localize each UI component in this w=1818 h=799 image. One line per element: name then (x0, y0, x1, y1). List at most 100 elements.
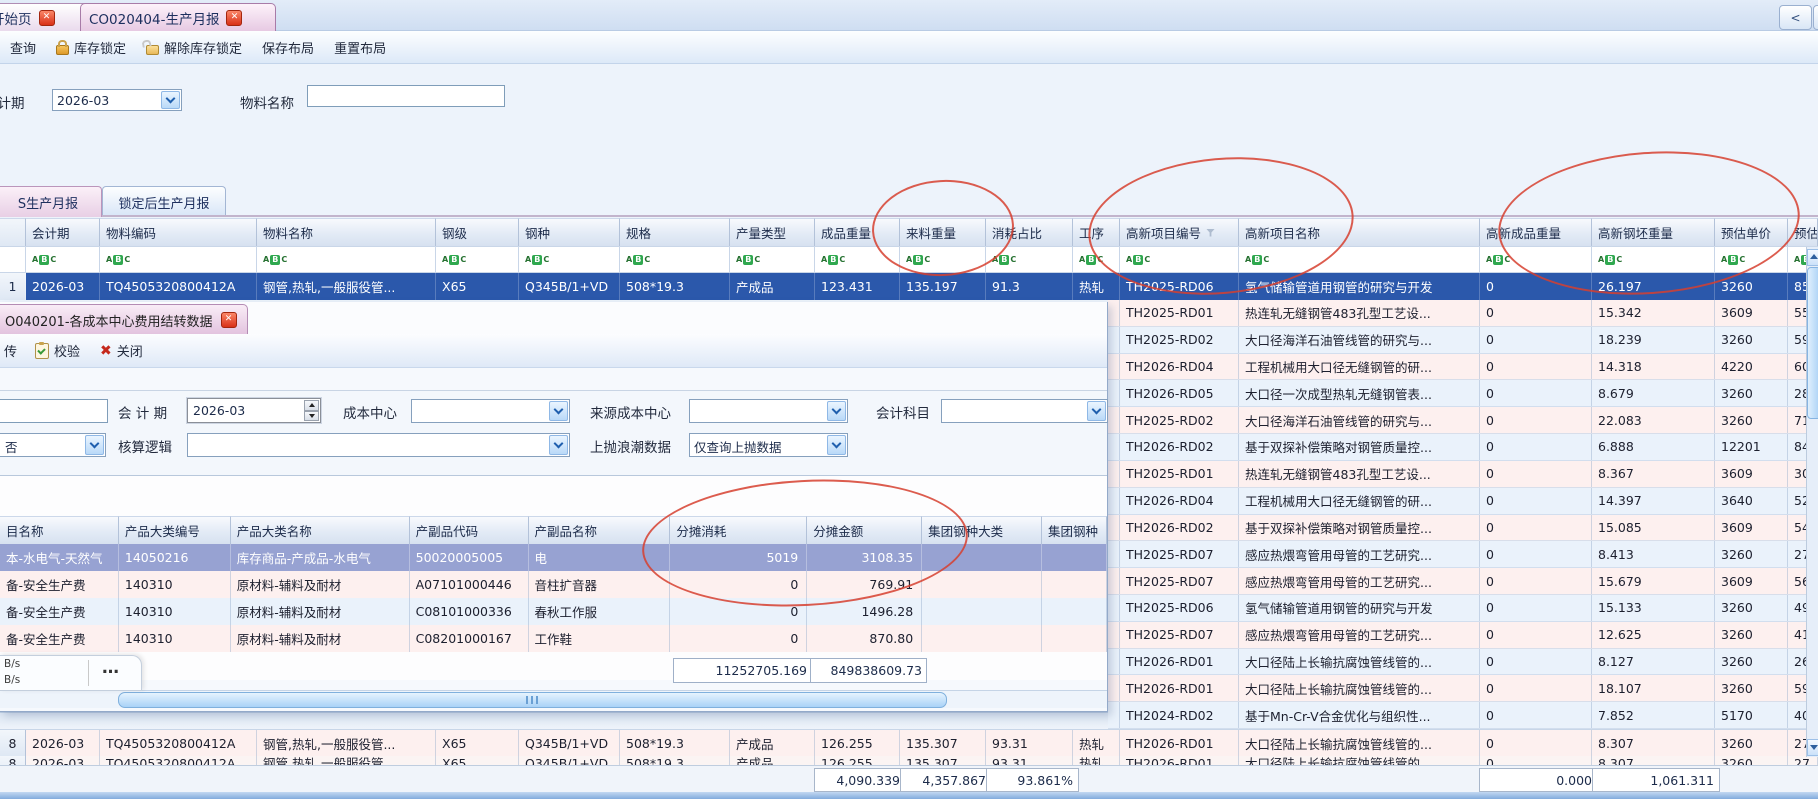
column-header[interactable]: 产品大类编号 (119, 516, 231, 544)
column-header[interactable]: 预估 (1788, 218, 1818, 246)
network-speed-widget[interactable]: B/s B/s … (0, 655, 142, 691)
table-row[interactable]: TH2026-RD04工程机械用大口径无缝钢管的研...014.39736405… (1108, 488, 1818, 515)
column-header[interactable]: 会计期 (26, 218, 100, 246)
chevron-down-icon[interactable] (827, 401, 846, 421)
column-header[interactable]: 预估单价 (1715, 218, 1788, 246)
table-row[interactable]: 备-安全生产费140310原材料-辅料及耐材C08101000336春秋工作服0… (0, 598, 1107, 625)
column-header[interactable]: 来料重量 (900, 218, 986, 246)
table-row[interactable]: 备-安全生产费140310原材料-辅料及耐材A07101000446音柱扩音器0… (0, 571, 1107, 598)
close-icon[interactable]: ✕ (226, 10, 242, 26)
table-row[interactable]: TH2025-RD06氢气储输管道用钢管的研究与开发015.133326049 (1108, 595, 1818, 622)
source-cost-center-combobox[interactable] (689, 399, 848, 423)
filter-funnel-icon[interactable] (1206, 229, 1215, 237)
column-header[interactable]: 产副品代码 (410, 516, 529, 544)
cost-center-combobox[interactable] (411, 399, 570, 423)
dialog-period-spinner[interactable]: 2026-03 (187, 398, 321, 423)
spin-up-icon[interactable] (304, 400, 319, 411)
column-filter-cell[interactable]: ABC (26, 246, 100, 273)
table-row[interactable]: TH2025-RD07感应热煨弯管用母管的工艺研究...015.67936095… (1108, 568, 1818, 595)
column-filter-cell[interactable]: ABC (100, 246, 257, 273)
column-filter-cell[interactable]: ABC (900, 246, 986, 273)
save-layout-button[interactable]: 保存布局 (252, 34, 324, 60)
column-header[interactable]: 高新项目名称 (1239, 218, 1480, 246)
column-header[interactable]: 物料编码 (100, 218, 257, 246)
column-header[interactable]: 物料名称 (257, 218, 436, 246)
tab-scroll-right-button[interactable] (1813, 5, 1818, 30)
column-header[interactable]: 钢级 (436, 218, 519, 246)
chevron-down-icon[interactable] (85, 435, 104, 455)
inventory-lock-button[interactable]: 库存锁定 (46, 34, 136, 60)
column-header[interactable]: 高新项目编号 (1120, 218, 1239, 246)
scroll-up-icon[interactable] (1807, 249, 1818, 266)
cut-off-input[interactable] (0, 399, 108, 423)
table-row[interactable]: TH2025-RD02大口径海洋石油管线管的研究与...022.08332607… (1108, 407, 1818, 434)
column-header[interactable]: 高新成品重量 (1480, 218, 1592, 246)
column-header[interactable]: 成品重量 (815, 218, 900, 246)
chevron-down-icon[interactable] (549, 435, 568, 455)
column-header[interactable]: 分摊金额 (807, 516, 922, 544)
column-filter-cell[interactable]: ABC (620, 246, 730, 273)
dialog-tab[interactable]: O040201-各成本中心费用结转数据 ✕ (0, 304, 248, 335)
column-header[interactable]: 产品大类名称 (231, 516, 410, 544)
chevron-down-icon[interactable] (827, 435, 846, 455)
dialog-horizontal-scrollbar[interactable] (0, 690, 1107, 708)
column-header[interactable]: 目名称 (0, 516, 119, 544)
close-icon[interactable]: ✕ (221, 312, 237, 328)
column-header[interactable]: 钢种 (519, 218, 620, 246)
tab-locked-monthly-report[interactable]: 锁定后生产月报 (102, 186, 226, 217)
vertical-scrollbar[interactable] (1806, 247, 1818, 757)
table-row[interactable]: TH2025-RD02大口径海洋石油管线管的研究与...018.23932605… (1108, 327, 1818, 354)
column-filter-cell[interactable]: ABC (986, 246, 1073, 273)
scrollbar-thumb[interactable] (118, 692, 947, 708)
column-header[interactable]: 产副品名称 (529, 516, 671, 544)
table-row[interactable]: 备-安全生产费140310原材料-辅料及耐材C08201000167工作鞋087… (0, 625, 1107, 652)
period-combobox[interactable]: 2026-03 (52, 89, 182, 111)
spin-down-icon[interactable] (304, 411, 319, 422)
chevron-down-icon[interactable] (1087, 401, 1106, 421)
column-header[interactable]: 规格 (620, 218, 730, 246)
column-filter-cell[interactable]: ABC (257, 246, 436, 273)
table-row[interactable]: TH2025-RD01热连轧无缝钢管483孔型工艺设...015.3423609… (1108, 300, 1818, 327)
query-button[interactable]: 查询 (0, 34, 46, 60)
flag-combobox[interactable]: 否 (0, 433, 106, 457)
tab-mes-monthly-report[interactable]: S生产月报 (0, 186, 102, 217)
column-filter-cell[interactable]: ABC (730, 246, 815, 273)
material-name-input[interactable] (307, 85, 505, 107)
upload-button[interactable]: 传 (0, 338, 25, 364)
column-header[interactable]: 分摊消耗 (670, 516, 807, 544)
inventory-unlock-button[interactable]: 解除库存锁定 (136, 34, 252, 60)
column-filter-cell[interactable]: ABC (1480, 246, 1592, 273)
column-header[interactable]: 集团钢种大类 (922, 516, 1042, 544)
column-header[interactable]: 工序 (1073, 218, 1120, 246)
table-row[interactable]: TH2024-RD02基于Mn-Cr-V合金优化与组织性...07.852517… (1108, 702, 1818, 729)
column-header[interactable]: 高新钢坯重量 (1592, 218, 1715, 246)
column-header[interactable]: 消耗占比 (986, 218, 1073, 246)
column-filter-cell[interactable]: ABC (1120, 246, 1239, 273)
table-row[interactable]: TH2026-RD01大口径陆上长输抗腐蚀管线管的...08.127326026 (1108, 649, 1818, 676)
close-button[interactable]: ✖ 关闭 (90, 338, 153, 364)
scroll-down-icon[interactable] (1807, 739, 1818, 756)
column-filter-cell[interactable]: ABC (1715, 246, 1788, 273)
column-filter-cell[interactable]: ABC (1073, 246, 1120, 273)
calc-logic-combobox[interactable] (187, 433, 570, 457)
table-row[interactable]: TH2026-RD05大口径一次成型热轧无缝钢管表...08.679326028 (1108, 380, 1818, 407)
chevron-down-icon[interactable] (549, 401, 568, 421)
column-filter-cell[interactable]: ABC (1239, 246, 1480, 273)
column-header[interactable]: 集团钢种 (1042, 516, 1107, 544)
column-filter-cell[interactable]: ABC (436, 246, 519, 273)
tab-scroll-left-button[interactable]: < (1779, 5, 1812, 30)
table-row[interactable]: 本-水电气-天然气14050216库存商品-产成品-水电气50020005005… (0, 544, 1107, 571)
column-filter-cell[interactable]: ABC (1592, 246, 1715, 273)
verify-button[interactable]: 校验 (25, 338, 90, 364)
main-grid-bottom-row[interactable]: 82026-03TQ4505320800412A钢管,热轧,一般服役管...X6… (0, 729, 1818, 756)
scrollbar-thumb[interactable] (1807, 267, 1818, 419)
main-grid-selected-row[interactable]: 12026-03TQ4505320800412A钢管,热轧,一般服役管...X6… (0, 273, 1818, 300)
column-header[interactable]: 产量类型 (730, 218, 815, 246)
table-row[interactable]: TH2026-RD01大口径陆上长输抗腐蚀管线管的...018.10732605… (1108, 675, 1818, 702)
tab-co020404[interactable]: CO020404-生产月报 ✕ (80, 3, 276, 32)
column-filter-cell[interactable]: ABC (519, 246, 620, 273)
table-row[interactable]: TH2025-RD07感应热煨弯管用母管的工艺研究...012.62532604… (1108, 622, 1818, 649)
table-row[interactable]: TH2026-RD02基于双探补偿策略对钢管质量控...06.888122018… (1108, 434, 1818, 461)
column-filter-cell[interactable]: ABC (815, 246, 900, 273)
table-row[interactable]: TH2026-RD04工程机械用大口径无缝钢管的研...014.31842206… (1108, 354, 1818, 381)
